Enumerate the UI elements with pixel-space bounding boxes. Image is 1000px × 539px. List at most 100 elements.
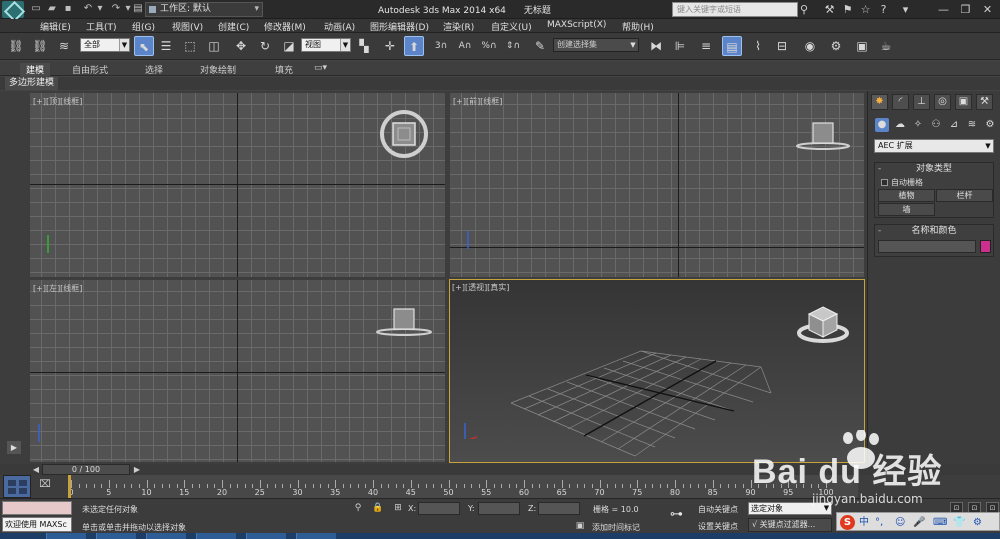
window-crossing-icon[interactable]: ◫ [204, 36, 224, 56]
menu-rendering[interactable]: 渲染(R) [443, 20, 474, 33]
time-prev-icon[interactable]: ◀ [31, 464, 41, 475]
graphite-tools-icon[interactable]: ▤ [722, 36, 742, 56]
object-name-input[interactable] [878, 240, 976, 253]
new-file-icon[interactable]: ▭ [30, 3, 42, 15]
object-type-rollout-header[interactable]: - 对象类型 [875, 163, 993, 175]
help-dropdown-icon[interactable]: ▾ [898, 2, 913, 17]
tab-freeform[interactable]: 自由形式 [72, 63, 108, 76]
absolute-mode-icon[interactable]: ⊞ [392, 503, 404, 513]
shapes-icon[interactable]: ☁ [893, 118, 907, 132]
x-coordinate-input[interactable] [418, 502, 460, 515]
ime-chinese-mode[interactable]: 中 [859, 515, 869, 530]
select-object-icon[interactable]: ⬉ [134, 36, 154, 56]
mini-curve-editor-icon[interactable]: ⌧ [35, 479, 55, 493]
key-mode-dropdown[interactable]: 选定对象 ▼ [748, 502, 832, 515]
search-icon[interactable]: ⚲ [800, 3, 813, 16]
taskbar-button[interactable] [46, 533, 86, 539]
spinner-snap-icon[interactable]: ⇕∩ [503, 36, 523, 56]
viewport-layout-icon[interactable] [3, 475, 31, 498]
edit-named-selection-icon[interactable]: ✎ [530, 36, 550, 56]
undo-icon[interactable]: ↶ [82, 3, 94, 15]
taskbar-button[interactable] [246, 533, 286, 539]
viewcube-icon[interactable] [374, 304, 434, 342]
ime-toolbar[interactable]: S 中 °, ☺ 🎤 ⌨ 👕 ⚙ [836, 512, 1000, 531]
rectangular-selection-icon[interactable]: ⬚ [180, 36, 200, 56]
menu-help[interactable]: 帮助(H) [622, 20, 654, 33]
keyboard-shortcut-override-icon[interactable]: ⬆ [404, 36, 424, 56]
menu-edit[interactable]: 编辑(E) [40, 20, 71, 33]
menu-maxscript[interactable]: MAXScript(X) [547, 20, 606, 30]
search-input[interactable]: 键入关键字或短语 [672, 2, 798, 17]
maxscript-listener-mini[interactable] [2, 501, 72, 515]
select-and-manipulate-icon[interactable]: ✛ [380, 36, 400, 56]
space-warps-icon[interactable]: ≋ [965, 118, 979, 132]
helpers-icon[interactable]: ⊿ [947, 118, 961, 132]
hold-icon[interactable]: ▤ [132, 3, 144, 15]
viewport-front[interactable]: [+][前][线框] [450, 93, 864, 277]
snaps-toggle-icon[interactable]: 3∩ [431, 36, 451, 56]
layer-manager-icon[interactable]: ≡ [696, 36, 716, 56]
workspace-selector[interactable]: 工作区: 默认 ▾ [145, 2, 263, 17]
minimize-icon[interactable]: — [936, 2, 951, 17]
ime-voice-icon[interactable]: 🎤 [913, 515, 925, 530]
time-tag-icon[interactable]: ▣ [574, 521, 586, 531]
object-color-swatch[interactable] [980, 240, 991, 253]
named-selection-dropdown[interactable]: 创建选择集 ▼ [553, 38, 639, 52]
viewport-label[interactable]: [+][透视][真实] [452, 282, 509, 293]
viewcube-icon[interactable] [376, 110, 432, 160]
pivot-center-icon[interactable]: ▚ [354, 36, 374, 56]
ime-punctuation-icon[interactable]: °, [875, 515, 883, 530]
taskbar-button[interactable] [196, 533, 236, 539]
tab-modeling[interactable]: 建模 [20, 63, 51, 76]
display-panel-icon[interactable]: ▣ [955, 94, 972, 110]
percent-snap-icon[interactable]: %∩ [479, 36, 499, 56]
mirror-icon[interactable]: ⧓ [646, 36, 666, 56]
select-and-rotate-icon[interactable]: ↻ [255, 36, 275, 56]
menu-create[interactable]: 创建(C) [218, 20, 249, 33]
close-icon[interactable]: ✕ [980, 2, 995, 17]
motion-panel-icon[interactable]: ◎ [934, 94, 951, 110]
auto-grid-checkbox[interactable]: 自动栅格 [881, 177, 993, 188]
selection-filter-dropdown[interactable]: 全部 ▼ [80, 38, 130, 52]
select-by-name-icon[interactable]: ☰ [156, 36, 176, 56]
wall-button[interactable]: 墙 [878, 203, 935, 216]
time-next-icon[interactable]: ▶ [132, 464, 142, 475]
railing-button[interactable]: 栏杆 [936, 189, 993, 202]
viewport-left[interactable]: [+][左][线框] [30, 280, 445, 462]
viewcube-icon[interactable] [796, 118, 852, 154]
sogou-ime-icon[interactable]: S [840, 515, 855, 530]
menu-customize[interactable]: 自定义(U) [491, 20, 532, 33]
bind-to-space-warp-icon[interactable]: ≋ [54, 36, 74, 56]
menu-modifiers[interactable]: 修改器(M) [264, 20, 306, 33]
geometry-icon[interactable]: ● [875, 118, 889, 132]
timeline-ruler[interactable]: 0 5 10 15 20 25 30 35 40 45 50 55 60 65 70 75 80 85 90 95 10… [68, 475, 858, 498]
menu-animation[interactable]: 动画(A) [324, 20, 355, 33]
menu-graph-editors[interactable]: 图形编辑器(D) [370, 20, 429, 33]
undo-dropdown-icon[interactable]: ▾ [94, 3, 106, 15]
render-setup-icon[interactable]: ⚙ [826, 36, 846, 56]
communication-center-icon[interactable]: ⚑ [840, 2, 855, 17]
ime-skin-icon[interactable]: 👕 [953, 515, 965, 530]
taskbar-button[interactable] [296, 533, 336, 539]
menu-tools[interactable]: 工具(T) [86, 20, 117, 33]
ime-keyboard-icon[interactable]: ⌨ [933, 515, 947, 530]
y-coordinate-input[interactable] [478, 502, 520, 515]
utilities-panel-icon[interactable]: ⚒ [976, 94, 993, 110]
ime-emoji-icon[interactable]: ☺ [895, 515, 905, 530]
key-filters-button[interactable]: √ 关键点过滤器... [748, 518, 832, 532]
redo-icon[interactable]: ↷ [110, 3, 122, 15]
play-icon[interactable]: ▶ [7, 441, 21, 454]
tab-populate[interactable]: 填充 [275, 63, 293, 76]
tab-object-paint[interactable]: 对象绘制 [200, 63, 236, 76]
taskbar-button[interactable] [96, 533, 136, 539]
systems-icon[interactable]: ⚙ [983, 118, 997, 132]
menu-group[interactable]: 组(G) [132, 20, 155, 33]
taskbar-button[interactable] [146, 533, 186, 539]
menu-views[interactable]: 视图(V) [172, 20, 203, 33]
set-key-button[interactable]: 设置关键点 [698, 521, 738, 532]
hierarchy-panel-icon[interactable]: ⊥ [913, 94, 930, 110]
foliage-button[interactable]: 植物 [878, 189, 935, 202]
viewport-perspective[interactable]: [+][透视][真实] [449, 279, 865, 463]
select-and-link-icon[interactable]: ⛓ [6, 36, 26, 56]
align-icon[interactable]: ⊫ [670, 36, 690, 56]
